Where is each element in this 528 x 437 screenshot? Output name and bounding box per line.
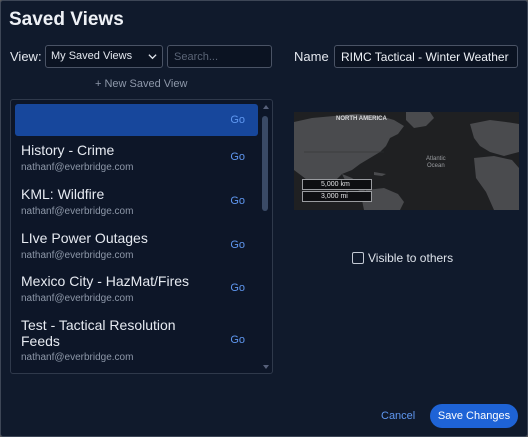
view-select-value: My Saved Views	[51, 50, 133, 62]
go-link[interactable]: Go	[230, 151, 245, 163]
list-item-owner: nathanf@everbridge.com	[21, 162, 134, 173]
list-item[interactable]: Mexico City - HazMat/Fires nathanf@everb…	[15, 271, 258, 309]
go-link[interactable]: Go	[230, 239, 245, 251]
go-link[interactable]: Go	[230, 334, 245, 346]
list-item-title-continued: Feeds	[21, 333, 60, 349]
list-item-owner: nathanf@everbridge.com	[21, 293, 134, 304]
name-input[interactable]	[334, 45, 518, 68]
saved-views-dialog: Saved Views View: My Saved Views + New S…	[0, 0, 528, 437]
list-item-owner: nathanf@everbridge.com	[21, 352, 134, 363]
list-item[interactable]: Go	[15, 104, 258, 136]
list-item-title: Mexico City - HazMat/Fires	[21, 273, 190, 289]
new-saved-view-link[interactable]: + New Saved View	[95, 78, 187, 90]
list-item[interactable]: LIve Power Outages nathanf@everbridge.co…	[15, 228, 258, 266]
name-label: Name	[294, 49, 329, 64]
saved-views-list[interactable]: Go History - Crime nathanf@everbridge.co…	[10, 99, 273, 374]
chevron-down-icon	[148, 54, 157, 60]
cancel-button[interactable]: Cancel	[381, 410, 415, 422]
view-select[interactable]: My Saved Views	[45, 45, 163, 68]
map-scale-km: 5,000 km	[302, 179, 372, 190]
list-item-title: KML: Wildfire	[21, 186, 105, 202]
go-link[interactable]: Go	[230, 282, 245, 294]
scroll-up-arrow-icon[interactable]	[263, 105, 269, 109]
dialog-title: Saved Views	[9, 9, 124, 30]
scroll-down-arrow-icon[interactable]	[263, 365, 269, 369]
save-changes-button[interactable]: Save Changes	[430, 404, 518, 428]
go-link[interactable]: Go	[230, 114, 245, 126]
map-scale-mi: 3,000 mi	[302, 191, 372, 202]
visible-to-others-label: Visible to others	[368, 251, 454, 265]
scroll-thumb[interactable]	[262, 116, 268, 211]
map-ocean-label-line2: Ocean	[427, 163, 445, 169]
go-link[interactable]: Go	[230, 195, 245, 207]
list-item[interactable]: History - Crime nathanf@everbridge.com G…	[15, 140, 258, 178]
list-item-title: History - Crime	[21, 142, 115, 158]
map-preview: NORTH AMERICA Atlantic Ocean 5,000 km 3,…	[294, 112, 519, 210]
list-item-title: LIve Power Outages	[21, 230, 148, 246]
map-region-label: NORTH AMERICA	[336, 116, 387, 122]
list-item[interactable]: KML: Wildfire nathanf@everbridge.com Go	[15, 184, 258, 222]
visible-to-others-checkbox[interactable]	[352, 252, 364, 264]
map-ocean-label: Atlantic Ocean	[426, 156, 446, 170]
list-scrollbar[interactable]	[261, 102, 271, 372]
list-item-title: Test - Tactical Resolution	[21, 317, 176, 333]
list-item-owner: nathanf@everbridge.com	[21, 206, 134, 217]
view-label: View:	[10, 49, 42, 64]
search-input[interactable]	[167, 45, 272, 68]
map-ocean-label-line1: Atlantic	[426, 156, 446, 162]
list-item-owner: nathanf@everbridge.com	[21, 250, 134, 261]
list-item[interactable]: Test - Tactical Resolution Feeds nathanf…	[15, 315, 258, 369]
